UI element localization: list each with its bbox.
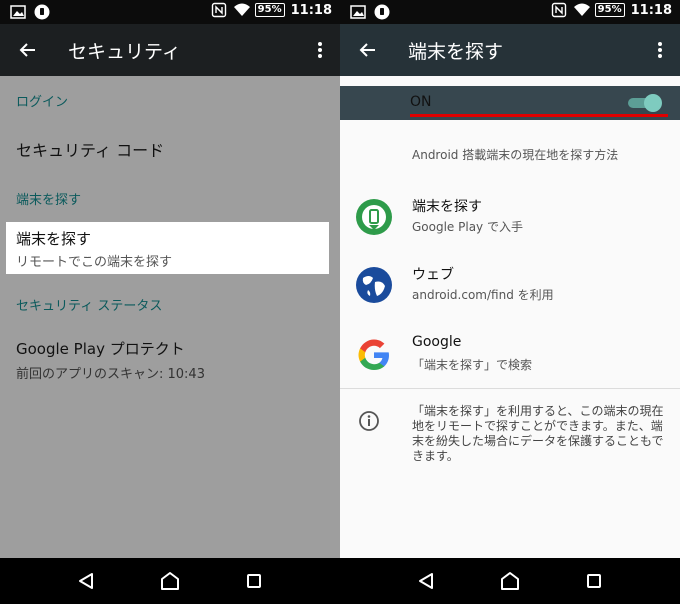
more-vert-icon[interactable] — [640, 24, 680, 76]
settings-list: ログイン セキュリティ コード 端末を探す 端末を探す リモートでこの端末を探す… — [0, 76, 340, 398]
option-find-device-app[interactable]: 端末を探す Google Play で入手 — [340, 188, 680, 244]
switch-label: ON — [410, 94, 432, 110]
info-text: 「端末を探す」を利用すると、この端末の現在地をリモートで探すことができます。また… — [412, 404, 664, 463]
list-item-primary: 端末を探す — [16, 230, 92, 248]
battery-icon: 95% — [594, 3, 625, 17]
find-device-screen: 95% 11:18 端末を探す ON Android 搭載端末の現在地を探す方法… — [340, 0, 680, 604]
find-device-app-icon — [355, 198, 393, 236]
option-google-search[interactable]: Google 「端末を探す」で検索 — [340, 326, 680, 382]
image-icon — [10, 4, 26, 20]
nfc-icon — [211, 2, 227, 18]
arrow-back-icon[interactable] — [0, 24, 56, 76]
status-bar: 95% 11:18 — [340, 0, 680, 24]
option-primary: ウェブ — [412, 267, 454, 283]
status-time: 11:18 — [630, 2, 672, 18]
list-item-secondary: 前回のアプリのスキャン: 10:43 — [16, 367, 205, 382]
option-secondary: Google Play で入手 — [412, 220, 523, 234]
nav-home-icon[interactable] — [156, 567, 184, 595]
master-switch-bar[interactable]: ON — [340, 86, 680, 120]
more-vert-icon[interactable] — [300, 24, 340, 76]
section-header-find-device: 端末を探す — [16, 192, 82, 208]
section-header-login: ログイン — [16, 94, 69, 110]
toggle-switch[interactable] — [628, 94, 662, 112]
highlight-underline — [410, 114, 668, 117]
option-secondary: android.com/find を利用 — [412, 288, 554, 302]
google-g-icon — [355, 336, 393, 374]
battery-icon: 95% — [254, 3, 285, 17]
section-header-security-status: セキュリティ ステータス — [16, 298, 163, 314]
app-bar: 端末を探す — [340, 24, 680, 76]
shield-notification-icon — [34, 4, 50, 20]
option-secondary: 「端末を探す」で検索 — [412, 358, 533, 372]
wifi-icon — [233, 2, 250, 18]
page-title: 端末を探す — [408, 40, 504, 63]
nfc-icon — [551, 2, 567, 18]
globe-icon — [355, 266, 393, 304]
app-bar: セキュリティ — [0, 24, 340, 76]
nav-back-icon[interactable] — [72, 567, 100, 595]
status-time: 11:18 — [290, 2, 332, 18]
security-screen: 95% 11:18 セキュリティ ログイン セキュリティ コード 端末を探す 端… — [0, 0, 340, 604]
image-icon — [350, 4, 366, 20]
shield-notification-icon — [374, 4, 390, 20]
page-title: セキュリティ — [68, 40, 181, 63]
arrow-back-icon[interactable] — [340, 24, 396, 76]
status-bar: 95% 11:18 — [0, 0, 340, 24]
option-web[interactable]: ウェブ android.com/find を利用 — [340, 256, 680, 312]
nav-recents-icon[interactable] — [580, 567, 608, 595]
navigation-bar — [0, 558, 340, 604]
option-primary: 端末を探す — [412, 199, 482, 215]
list-item-find-device[interactable]: 端末を探す リモートでこの端末を探す — [6, 222, 329, 274]
list-item-secondary: リモートでこの端末を探す — [16, 255, 173, 270]
toggle-thumb — [644, 94, 662, 112]
nav-recents-icon[interactable] — [240, 567, 268, 595]
list-item-play-protect[interactable]: Google Play プロテクト 前回のアプリのスキャン: 10:43 — [0, 334, 340, 398]
divider — [340, 388, 680, 389]
navigation-bar — [340, 558, 680, 604]
list-item-primary: Google Play プロテクト — [16, 340, 185, 358]
nav-home-icon[interactable] — [496, 567, 524, 595]
info-icon — [358, 410, 380, 432]
nav-back-icon[interactable] — [412, 567, 440, 595]
list-item-security-code[interactable]: セキュリティ コード — [0, 124, 340, 174]
option-primary: Google — [412, 334, 462, 350]
wifi-icon — [573, 2, 590, 18]
method-description: Android 搭載端末の現在地を探す方法 — [412, 148, 619, 162]
